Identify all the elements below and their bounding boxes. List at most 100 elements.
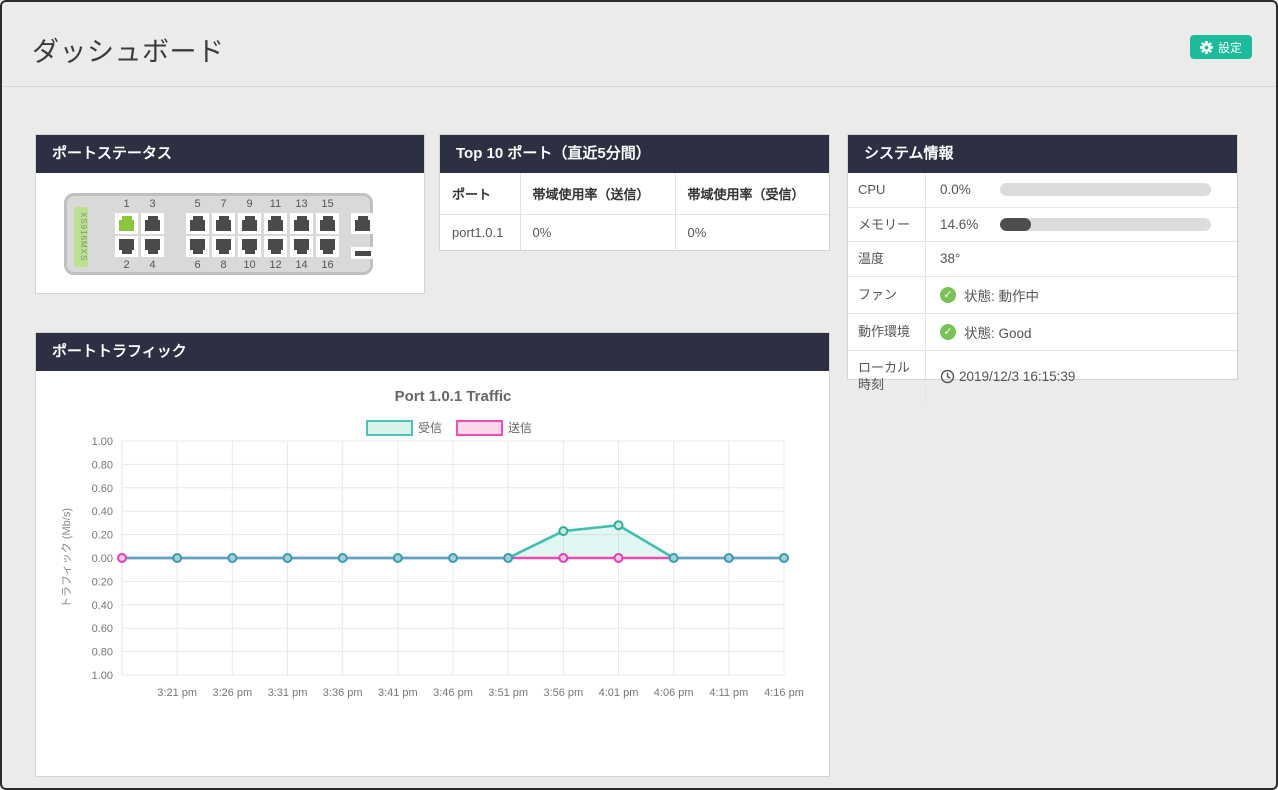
port-1[interactable] [115,213,138,234]
top10-table-cell: port1.0.1 [440,215,520,251]
usage-percent: 14.6% [940,217,992,232]
port-number-label: 16 [316,259,339,272]
switch-faceplate: XS916MXS12345678910111213141516 [64,193,373,275]
port-2[interactable] [115,236,138,257]
legend-swatch [367,421,412,435]
system-info-label: ファン [848,277,926,313]
port-13[interactable] [290,213,313,234]
rx-data-point [559,527,567,535]
port-number-label: 5 [186,198,209,211]
top10-header-row: ポート帯域使用率（送信）帯域使用率（受信） [440,173,829,215]
tx-data-point [559,554,567,562]
system-info-label: メモリー [848,208,926,242]
rx-data-point [228,554,236,562]
settings-button-label: 設定 [1218,39,1242,56]
usage-progress-bar [1000,183,1211,196]
x-tick-label: 4:11 pm [709,687,748,699]
system-info-text: 38° [940,251,960,266]
port-11-connector-icon [268,220,283,231]
app-window: ダッシュボード 設定 ポートステータス XS916MXS123456789101… [0,0,1278,790]
port-4-connector-icon [145,239,160,250]
port-7-connector-icon [216,220,231,231]
system-info-row: 温度 38° [848,242,1237,277]
status-ok-check-icon: ✓ [940,324,956,340]
x-tick-label: 3:21 pm [157,687,197,699]
port-4[interactable] [141,236,164,257]
status-text: 状態: Good [964,322,1032,342]
status-ok-check-icon: ✓ [940,287,956,303]
port-10[interactable] [238,236,261,257]
port-3[interactable] [141,213,164,234]
y-axis-title: トラフィック (Mb/s) [60,508,73,608]
port-9[interactable] [238,213,261,234]
x-tick-label: 3:36 pm [323,687,363,699]
switch-model-label: XS916MXS [74,207,88,267]
legend-item-rx[interactable]: 受信 [367,421,442,435]
tx-data-point [118,554,126,562]
port-number-label: 6 [186,259,209,272]
legend-item-tx[interactable]: 送信 [457,420,532,435]
system-info-value: 0.0% [926,173,1237,207]
console-port[interactable] [351,213,374,234]
rx-data-point [394,554,402,562]
port-8-connector-icon [216,239,231,250]
console-port-connector-icon [355,220,370,231]
top10-ports-table: ポート帯域使用率（送信）帯域使用率（受信）port1.0.10%0% [440,173,829,250]
port-6[interactable] [186,236,209,257]
rx-data-point [780,554,788,562]
top10-column-header: 帯域使用率（送信） [520,173,675,215]
usage-progress-fill [1000,218,1031,231]
x-tick-label: 3:51 pm [488,687,528,699]
port-16[interactable] [316,236,339,257]
system-info-label: CPU [848,173,926,207]
rx-data-point [284,554,292,562]
port-5[interactable] [186,213,209,234]
x-tick-label: 3:41 pm [378,687,418,699]
port-7[interactable] [212,213,235,234]
port-number-label: 3 [141,198,164,211]
port-2-connector-icon [119,239,134,250]
page-title: ダッシュボード [32,30,225,69]
x-tick-label: 4:16 pm [764,687,804,699]
panel-system-title: システム情報 [848,135,1237,173]
y-tick-label: 0.80 [92,459,113,471]
rx-data-point [504,554,512,562]
card-slot [351,247,374,259]
panel-port-status-title: ポートステータス [36,135,424,173]
x-tick-label: 3:46 pm [433,687,473,699]
port-11[interactable] [264,213,287,234]
top10-column-header: 帯域使用率（受信） [675,173,829,215]
traffic-chart: Port 1.0.1 Traffic受信送信1.000.800.600.400.… [36,371,829,716]
port-14[interactable] [290,236,313,257]
port-number-label: 11 [264,198,287,211]
port-number-label: 13 [290,198,313,211]
system-info-value: ✓ 状態: Good [926,314,1237,350]
y-tick-label: 0.40 [92,506,113,518]
system-info-row: ローカル時刻2019/12/3 16:15:39 [848,351,1237,402]
port-15-connector-icon [320,220,335,231]
port-number-label: 14 [290,259,313,272]
usage-percent: 0.0% [940,182,992,197]
clock-icon [940,369,955,384]
system-info-label: 温度 [848,242,926,276]
port-number-label: 7 [212,198,235,211]
card-slot-icon [355,251,371,256]
port-14-connector-icon [294,239,309,250]
settings-button[interactable]: 設定 [1190,35,1252,59]
rx-data-point [615,521,623,529]
gear-icon [1200,41,1213,54]
port-number-label: 4 [141,259,164,272]
port-8[interactable] [212,236,235,257]
panel-top10-title: Top 10 ポート（直近5分間） [440,135,829,173]
system-info-value: 2019/12/3 16:15:39 [926,351,1237,402]
system-info-row: CPU 0.0% [848,173,1237,208]
y-tick-label: 0.20 [92,530,113,542]
rx-data-point [449,554,457,562]
port-15[interactable] [316,213,339,234]
system-info-table: CPU0.0%メモリー14.6%温度38°ファン✓状態: 動作中動作環境✓状態:… [848,173,1237,402]
local-time-text: 2019/12/3 16:15:39 [959,369,1075,384]
port-12[interactable] [264,236,287,257]
x-tick-label: 3:26 pm [212,687,252,699]
panel-port-status-body: XS916MXS12345678910111213141516 [36,193,424,275]
panel-port-status: ポートステータス XS916MXS12345678910111213141516 [35,134,425,294]
